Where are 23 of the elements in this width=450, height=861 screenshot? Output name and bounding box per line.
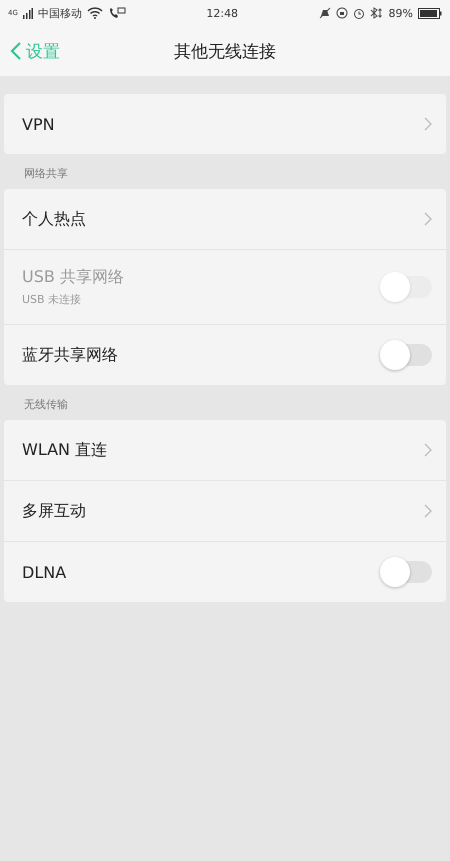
setting-label[interactable]: DLNA <box>22 562 66 582</box>
signal-icon <box>22 8 33 18</box>
setting-label[interactable]: VPN <box>22 114 55 134</box>
setting-label[interactable]: 多屏互动 <box>22 500 86 522</box>
setting-subtitle: USB 未连接 <box>22 292 82 307</box>
section-header: 无线传输 <box>23 397 69 413</box>
carrier-name: 中国移动 <box>38 6 82 20</box>
page-title: 其他无线连接 <box>174 40 276 62</box>
chevron-right-icon <box>424 117 432 131</box>
battery-icon <box>418 8 442 18</box>
setting-label[interactable]: 蓝牙共享网络 <box>22 344 118 366</box>
bluetooth-icon <box>370 7 384 19</box>
chevron-right-icon <box>424 504 432 518</box>
alarm-icon <box>352 7 365 19</box>
back-icon <box>10 41 22 61</box>
setting-label[interactable]: 个人热点 <box>22 208 86 230</box>
setting-label[interactable]: WLAN 直连 <box>22 440 108 460</box>
clock: 12:48 <box>206 6 238 20</box>
wifi-icon <box>86 7 103 19</box>
chevron-right-icon <box>424 212 432 226</box>
section-header: 网络共享 <box>23 166 69 182</box>
battery-percent: 89% <box>388 6 413 20</box>
chevron-right-icon <box>424 443 432 457</box>
